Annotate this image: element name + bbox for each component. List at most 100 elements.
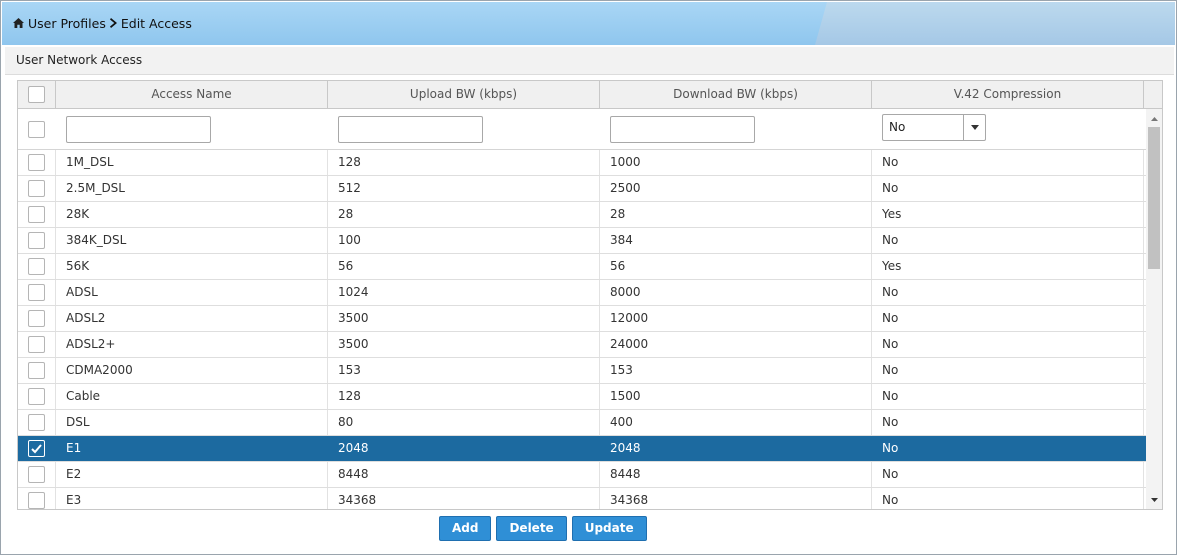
row-checkbox[interactable] [28,258,45,275]
table-row[interactable]: CDMA2000 153 153 No [18,358,1146,384]
cell-access-name: ADSL2 [56,306,328,331]
table-row[interactable]: 28K 28 28 Yes [18,202,1146,228]
cell-access-name: ADSL2+ [56,332,328,357]
select-all-checkbox[interactable] [28,86,45,103]
cell-access-name: 1M_DSL [56,150,328,175]
column-header-upload-bw[interactable]: Upload BW (kbps) [328,81,600,108]
cell-upload-bw: 8448 [328,462,600,487]
row-checkbox[interactable] [28,414,45,431]
table-row[interactable]: 2.5M_DSL 512 2500 No [18,176,1146,202]
row-checkbox[interactable] [28,232,45,249]
cell-upload-bw: 56 [328,254,600,279]
row-checkbox[interactable] [28,206,45,223]
cell-access-name: 28K [56,202,328,227]
cell-access-name: DSL [56,410,328,435]
row-select-cell [18,176,56,201]
breadcrumb-user-profiles[interactable]: User Profiles [28,16,106,31]
row-checkbox[interactable] [28,310,45,327]
row-checkbox[interactable] [28,180,45,197]
table-row[interactable]: 384K_DSL 100 384 No [18,228,1146,254]
caret-down-icon[interactable] [963,115,985,140]
scroll-up-arrow-icon[interactable] [1146,112,1162,126]
cell-download-bw: 384 [600,228,872,253]
cell-v42-compression: No [872,280,1144,305]
filter-checkbox[interactable] [28,121,45,138]
row-checkbox[interactable] [28,492,45,509]
table-row[interactable]: ADSL2 3500 12000 No [18,306,1146,332]
delete-button[interactable]: Delete [496,516,567,541]
cell-v42-compression: No [872,306,1144,331]
row-checkbox[interactable] [28,284,45,301]
cell-v42-compression: No [872,462,1144,487]
column-header-download-bw[interactable]: Download BW (kbps) [600,81,872,108]
cell-upload-bw: 28 [328,202,600,227]
filter-upload-bw-input[interactable] [338,116,483,143]
cell-download-bw: 1000 [600,150,872,175]
cell-download-bw: 8448 [600,462,872,487]
row-checkbox[interactable] [28,336,45,353]
row-checkbox[interactable] [28,154,45,171]
table-row[interactable]: ADSL2+ 3500 24000 No [18,332,1146,358]
cell-access-name: 56K [56,254,328,279]
row-checkbox[interactable] [28,440,45,457]
row-select-cell [18,384,56,409]
cell-v42-compression: No [872,384,1144,409]
table-row[interactable]: ADSL 1024 8000 No [18,280,1146,306]
column-header-v42-compression[interactable]: V.42 Compression [872,81,1144,108]
filter-cell-upload [328,109,600,149]
cell-v42-compression: No [872,150,1144,175]
scroll-down-arrow-icon[interactable] [1146,493,1162,507]
table-row[interactable]: DSL 80 400 No [18,410,1146,436]
cell-access-name: Cable [56,384,328,409]
row-checkbox[interactable] [28,362,45,379]
title-bar-decoration [815,2,1175,45]
row-select-cell [18,202,56,227]
grid-rows: 1M_DSL 128 1000 No 2.5M_DSL 512 2500 No 28K 28 28 Y… [18,150,1146,509]
cell-v42-compression: No [872,332,1144,357]
filter-row: No [18,109,1146,150]
section-title: User Network Access [5,47,1174,75]
cell-access-name: ADSL [56,280,328,305]
scroll-thumb[interactable] [1148,127,1160,269]
filter-access-name-input[interactable] [66,116,211,143]
filter-cell-download [600,109,872,149]
header-select-cell [18,81,56,108]
filter-download-bw-input[interactable] [610,116,755,143]
filter-v42-select[interactable]: No [882,114,986,141]
table-row[interactable]: 1M_DSL 128 1000 No [18,150,1146,176]
cell-download-bw: 34368 [600,488,872,509]
cell-upload-bw: 128 [328,384,600,409]
row-checkbox[interactable] [28,466,45,483]
home-icon[interactable] [13,16,24,31]
table-row[interactable]: E3 34368 34368 No [18,488,1146,509]
column-header-access-name[interactable]: Access Name [56,81,328,108]
cell-upload-bw: 3500 [328,332,600,357]
cell-upload-bw: 128 [328,150,600,175]
cell-access-name: E1 [56,436,328,461]
cell-upload-bw: 80 [328,410,600,435]
cell-upload-bw: 34368 [328,488,600,509]
table-row[interactable]: E2 8448 8448 No [18,462,1146,488]
filter-cell-v42: No [872,109,1144,149]
table-row[interactable]: Cable 128 1500 No [18,384,1146,410]
row-checkbox[interactable] [28,388,45,405]
row-select-cell [18,280,56,305]
row-select-cell [18,150,56,175]
cell-v42-compression: No [872,410,1144,435]
cell-access-name: 384K_DSL [56,228,328,253]
table-row[interactable]: 56K 56 56 Yes [18,254,1146,280]
grid-scrollbar[interactable] [1146,109,1162,509]
cell-access-name: E2 [56,462,328,487]
row-select-cell [18,254,56,279]
cell-download-bw: 28 [600,202,872,227]
cell-download-bw: 1500 [600,384,872,409]
row-select-cell [18,332,56,357]
cell-upload-bw: 2048 [328,436,600,461]
add-button[interactable]: Add [439,516,492,541]
update-button[interactable]: Update [571,516,647,541]
table-row[interactable]: E1 2048 2048 No [18,436,1146,462]
row-select-cell [18,488,56,509]
cell-upload-bw: 153 [328,358,600,383]
cell-v42-compression: No [872,358,1144,383]
filter-select-cell [18,109,56,149]
